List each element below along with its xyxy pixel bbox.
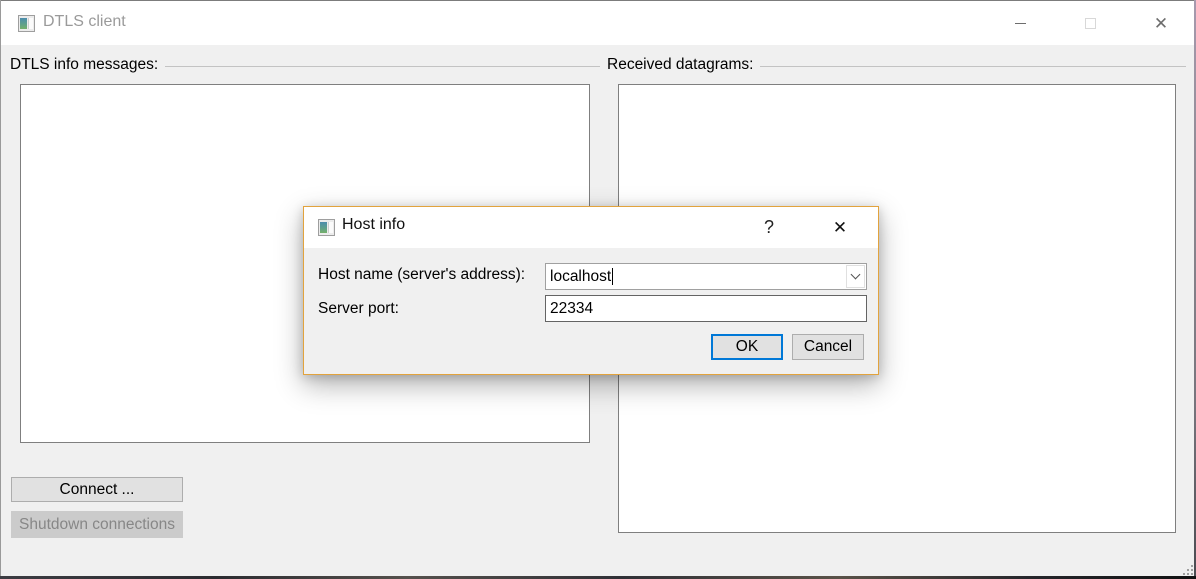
host-name-value: localhost <box>546 268 611 286</box>
combobox-dropdown-button[interactable] <box>846 265 865 288</box>
info-messages-label: DTLS info messages: <box>10 56 158 74</box>
window-titlebar: DTLS client ✕ <box>1 1 1194 45</box>
minimize-icon <box>1015 23 1026 24</box>
dtls-client-window: DTLS client ✕ DTLS info messages: Receiv… <box>0 0 1196 579</box>
window-left-border <box>0 0 1 579</box>
group-border-line <box>165 66 600 67</box>
maximize-button[interactable] <box>1067 1 1113 46</box>
dialog-close-button[interactable]: ✕ <box>824 207 856 248</box>
window-top-border <box>0 0 1196 1</box>
shutdown-connections-button: Shutdown connections <box>11 511 183 538</box>
app-icon <box>318 219 335 236</box>
host-name-label: Host name (server's address): <box>318 266 525 284</box>
info-messages-group-header: DTLS info messages: <box>10 56 600 74</box>
group-border-line <box>590 66 600 67</box>
ok-button[interactable]: OK <box>711 334 783 360</box>
received-datagrams-group-header: Received datagrams: <box>590 56 1186 74</box>
host-info-dialog: Host info ? ✕ Host name (server's addres… <box>303 206 879 375</box>
dialog-title: Host info <box>342 216 405 234</box>
minimize-button[interactable] <box>997 1 1043 46</box>
app-icon <box>18 15 35 32</box>
text-cursor <box>612 268 613 285</box>
help-button[interactable]: ? <box>753 207 785 248</box>
window-title: DTLS client <box>43 13 126 31</box>
server-port-label: Server port: <box>318 300 399 318</box>
cancel-button[interactable]: Cancel <box>792 334 864 360</box>
resize-grip[interactable] <box>1181 563 1193 575</box>
chevron-down-icon <box>851 270 861 280</box>
server-port-value: 22334 <box>546 300 593 318</box>
connect-button[interactable]: Connect ... <box>11 477 183 502</box>
server-port-input[interactable]: 22334 <box>545 295 867 322</box>
maximize-icon <box>1085 18 1096 29</box>
close-icon: ✕ <box>1154 15 1168 32</box>
group-border-line <box>760 66 1186 67</box>
received-datagrams-label: Received datagrams: <box>607 56 753 74</box>
host-name-combobox[interactable]: localhost <box>545 263 867 290</box>
close-button[interactable]: ✕ <box>1138 1 1184 46</box>
dialog-titlebar: Host info ? ✕ <box>304 207 878 248</box>
